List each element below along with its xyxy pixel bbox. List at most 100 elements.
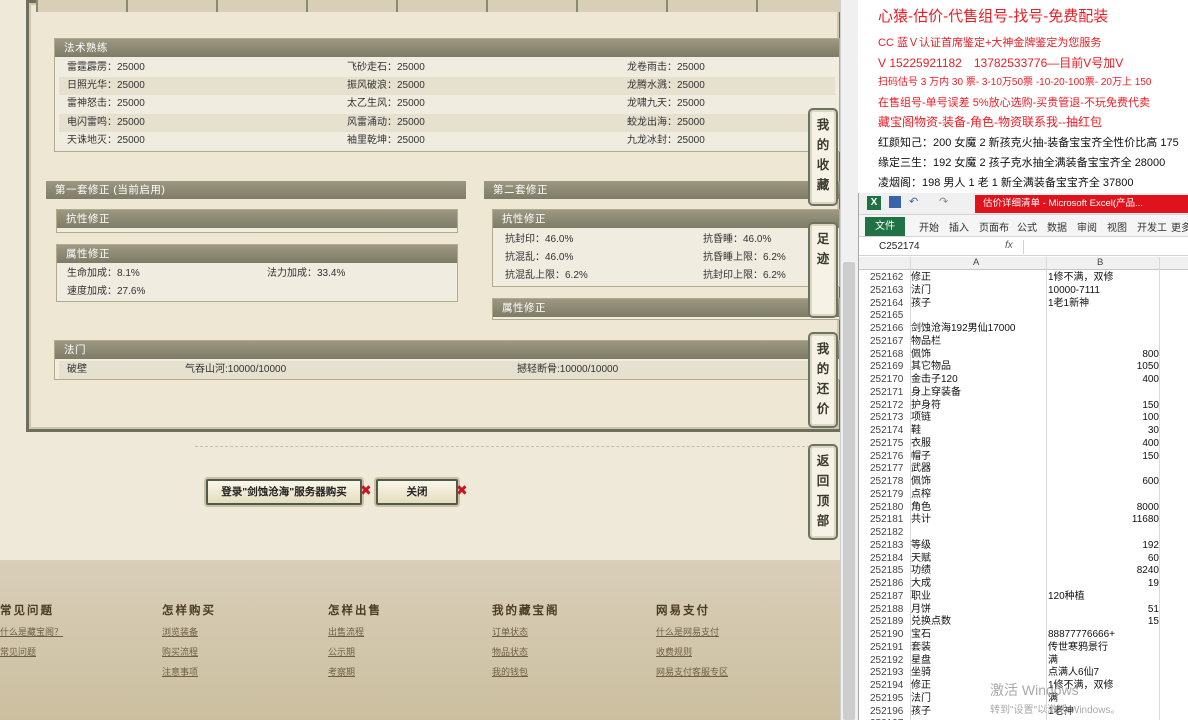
cell-b[interactable]: 传世寒鸦景行 [1048,642,1159,655]
my-favorites-button[interactable]: 我的收藏 [808,108,838,206]
row-number[interactable]: 252185 [870,565,910,578]
row-number[interactable]: 252194 [870,680,910,693]
row-number[interactable]: 252179 [870,489,910,502]
cell-a[interactable]: 套装 [911,642,931,655]
row-number[interactable]: 252190 [870,629,910,642]
cell-a[interactable]: 衣服 [911,438,931,451]
cell-b[interactable]: 15 [1048,616,1159,629]
footer-link[interactable]: 考察期 [328,662,382,682]
col-a-header[interactable]: A [973,257,979,268]
cell-a[interactable]: 鞋 [911,425,921,438]
row-number[interactable]: 252173 [870,412,910,425]
row-number[interactable]: 252189 [870,616,910,629]
cell-b[interactable]: 1老1新神 [1048,298,1159,311]
tab-review[interactable]: 审阅 [1077,219,1097,234]
tab-insert[interactable]: 插入 [949,219,969,234]
row-number[interactable]: 252188 [870,604,910,617]
cell-a[interactable]: 等级 [911,540,931,553]
cell-b[interactable]: 600 [1048,476,1159,489]
cell-b[interactable]: 100 [1048,412,1159,425]
footer-link[interactable]: 什么是藏宝阁？ [0,622,63,642]
my-offers-button[interactable]: 我的还价 [808,332,838,428]
cell-a[interactable]: 金击子120 [911,374,958,387]
login-buy-button[interactable]: 登录"剑蚀沧海"服务器购买 [206,479,362,505]
cell-a[interactable]: 佩饰 [911,476,931,489]
footer-link[interactable]: 什么是网易支付 [656,622,728,642]
cell-a[interactable]: 法门 [911,693,931,706]
cell-a[interactable]: 项链 [911,412,931,425]
footer-link[interactable]: 订单状态 [492,622,560,642]
cell-b[interactable]: 60 [1048,553,1159,566]
tab-developer[interactable]: 开发工 [1137,219,1167,234]
row-number[interactable]: 252183 [870,540,910,553]
tab-layout[interactable]: 页面布 [979,219,1009,234]
cell-a[interactable]: 孩子 [911,298,931,311]
footer-link[interactable]: 收费规则 [656,642,728,662]
cell-b[interactable]: 150 [1048,400,1159,413]
row-number[interactable]: 252166 [870,323,910,336]
cell-b[interactable]: 10000-7111 [1048,285,1159,298]
row-number[interactable]: 252193 [870,667,910,680]
cell-b[interactable]: 点满人6仙7 [1048,667,1159,680]
footer-link[interactable]: 我的钱包 [492,662,560,682]
cell-a[interactable]: 剑蚀沧海192男仙17000 [911,323,1016,336]
formula-input[interactable] [1023,240,1188,254]
cell-a[interactable]: 护身符 [911,400,941,413]
row-number[interactable]: 252182 [870,527,910,540]
tab-data[interactable]: 数据 [1047,219,1067,234]
cell-b[interactable]: 800 [1048,349,1159,362]
footer-link[interactable]: 出售流程 [328,622,382,642]
cell-a[interactable]: 星盘 [911,655,931,668]
cell-b[interactable]: 1修不满，双修 [1048,272,1159,285]
footer-link[interactable]: 公示期 [328,642,382,662]
row-number[interactable]: 252168 [870,349,910,362]
footer-link[interactable]: 注意事项 [162,662,216,682]
name-box[interactable]: C252174 [879,241,920,252]
footprint-button[interactable]: 足迹 [808,222,838,318]
row-number[interactable]: 252167 [870,336,910,349]
cell-a[interactable]: 天赋 [911,553,931,566]
cell-b[interactable]: 400 [1048,438,1159,451]
cell-a[interactable]: 帽子 [911,451,931,464]
row-number[interactable]: 252174 [870,425,910,438]
cell-b[interactable]: 51 [1048,604,1159,617]
cell-a[interactable]: 坐骑 [911,667,931,680]
row-number[interactable]: 252180 [870,502,910,515]
cell-b[interactable]: 8000 [1048,502,1159,515]
cell-a[interactable]: 其它物品 [911,361,951,374]
cell-a[interactable]: 佩饰 [911,349,931,362]
undo-icon[interactable]: ↶ [909,195,918,208]
row-number[interactable]: 252196 [870,706,910,719]
close-button[interactable]: 关闭 [376,479,458,505]
row-number[interactable]: 252164 [870,298,910,311]
cell-b[interactable]: 88877776666+ [1048,629,1159,642]
row-number[interactable]: 252195 [870,693,910,706]
row-number[interactable]: 252186 [870,578,910,591]
cell-a[interactable]: 身上穿装备 [911,387,961,400]
footer-link[interactable]: 浏览装备 [162,622,216,642]
cell-b[interactable]: 11680 [1048,514,1159,527]
cell-a[interactable]: 角色 [911,502,931,515]
tab-view[interactable]: 视图 [1107,219,1127,234]
cell-a[interactable]: 修正 [911,680,931,693]
row-number[interactable]: 252163 [870,285,910,298]
row-number[interactable]: 252192 [870,655,910,668]
cell-b[interactable]: 400 [1048,374,1159,387]
row-number[interactable]: 252169 [870,361,910,374]
cell-a[interactable]: 孩子 [911,706,931,719]
tab-formulas[interactable]: 公式 [1017,219,1037,234]
footer-link[interactable]: 网易支付客服专区 [656,662,728,682]
row-number[interactable]: 252162 [870,272,910,285]
col-b-header[interactable]: B [1097,257,1103,268]
row-number[interactable]: 252172 [870,400,910,413]
cell-a[interactable]: 共计 [911,514,931,527]
cell-a[interactable]: 功绩 [911,565,931,578]
cell-b[interactable]: 满 [1048,655,1159,668]
cell-a[interactable]: 职业 [911,591,931,604]
cell-a[interactable]: 点榨 [911,489,931,502]
row-number[interactable]: 252176 [870,451,910,464]
row-number[interactable]: 252178 [870,476,910,489]
cell-a[interactable]: 兑换点数 [911,616,951,629]
row-number[interactable]: 252171 [870,387,910,400]
footer-link[interactable]: 物品状态 [492,642,560,662]
